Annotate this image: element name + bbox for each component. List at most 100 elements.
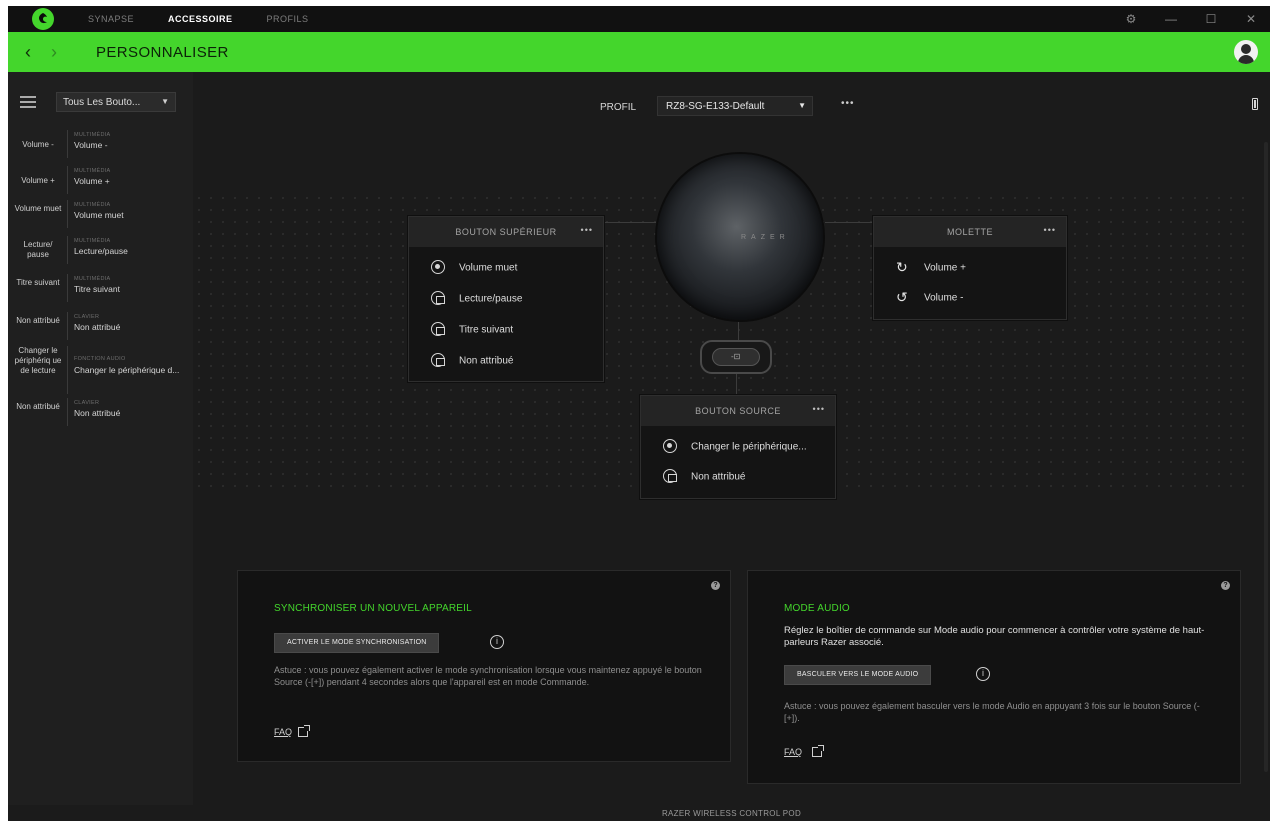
card-title: BOUTON SOURCE (695, 406, 781, 416)
action-label: Non attribué (691, 471, 746, 483)
user-avatar-icon[interactable] (1234, 40, 1258, 64)
forward-arrow-icon[interactable]: › (44, 42, 64, 63)
device-brand-label: RAZER (741, 234, 790, 241)
card-action-row[interactable]: ↺ Volume - (896, 289, 964, 305)
help-icon[interactable]: ? (711, 581, 720, 590)
mapping-category: MULTIMÉDIA (74, 168, 111, 174)
card-action-row[interactable]: ↻ Volume + (896, 259, 966, 275)
hamburger-menu-icon[interactable] (20, 96, 36, 108)
action-label: Changer le périphérique... (691, 441, 807, 453)
mapping-row[interactable]: Volume muet MULTIMÉDIA Volume muet (8, 200, 193, 228)
activate-sync-button[interactable]: ACTIVER LE MODE SYNCHRONISATION (274, 633, 440, 653)
mapping-category: MULTIMÉDIA (74, 132, 111, 138)
action-label: Lecture/pause (459, 293, 523, 305)
mapping-button-name: Titre suivant (16, 278, 60, 287)
profile-more-button[interactable]: ••• (841, 98, 855, 109)
tab-accessoire[interactable]: ACCESSOIRE (168, 14, 233, 24)
mapping-category: CLAVIER (74, 400, 100, 406)
sync-device-panel: ? SYNCHRONISER UN NOUVEL APPAREIL ACTIVE… (237, 570, 731, 762)
mapping-action: Volume - (74, 140, 108, 150)
switch-audio-mode-button[interactable]: BASCULER VERS LE MODE AUDIO (784, 665, 932, 685)
connector-line (736, 374, 737, 394)
external-link-icon[interactable] (812, 745, 824, 757)
maximize-icon[interactable]: ☐ (1204, 12, 1218, 26)
mapping-row[interactable]: Titre suivant MULTIMÉDIA Titre suivant (8, 274, 193, 302)
tab-synapse[interactable]: SYNAPSE (88, 14, 134, 24)
action-label: Non attribué (459, 355, 514, 367)
double-press-icon (663, 469, 677, 483)
filter-value: Tous Les Bouto... (63, 97, 141, 108)
card-action-row[interactable]: Volume muet (431, 260, 517, 275)
settings-gear-icon[interactable]: ⚙ (1124, 12, 1138, 26)
mapping-category: MULTIMÉDIA (74, 238, 111, 244)
mapping-action: Lecture/pause (74, 246, 128, 256)
mapping-row[interactable]: Changer le périphériq ue de lecture FONC… (8, 346, 193, 394)
card-action-row[interactable]: Changer le périphérique... (663, 439, 807, 454)
card-more-button[interactable]: ••• (813, 404, 825, 414)
razer-logo-icon[interactable] (32, 8, 54, 30)
source-button-graphic[interactable]: -⊡ (700, 340, 772, 374)
mapping-row[interactable]: Lecture/ pause MULTIMÉDIA Lecture/pause (8, 236, 193, 264)
device-footer: RAZER WIRELESS CONTROL POD (8, 805, 1270, 821)
minimize-icon[interactable]: — (1164, 12, 1178, 26)
profile-dropdown[interactable]: RZ8-SG-E133-Default ▼ (657, 96, 813, 116)
top-button-card[interactable]: BOUTON SUPÉRIEUR ••• Volume muet Lecture… (408, 216, 604, 382)
mapping-button-name: Non attribué (16, 316, 60, 325)
card-action-row[interactable]: Non attribué (663, 469, 746, 484)
rotate-counterclockwise-icon: ↺ (896, 289, 908, 305)
audio-tip: Astuce : vous pouvez également basculer … (784, 701, 1200, 723)
mapping-row[interactable]: Non attribué CLAVIER Non attribué (8, 312, 193, 340)
profile-label: PROFIL (600, 102, 637, 113)
external-link-icon[interactable] (298, 725, 310, 737)
scrollbar[interactable] (1264, 142, 1268, 772)
chevron-down-icon: ▼ (161, 97, 169, 106)
title-bar: SYNAPSE ACCESSOIRE PROFILS ⚙ — ☐ ✕ (8, 6, 1270, 32)
card-action-row[interactable]: Titre suivant (431, 322, 514, 337)
card-title: MOLETTE (946, 227, 993, 237)
triple-press-icon (431, 322, 445, 336)
help-icon[interactable]: ? (1221, 581, 1230, 590)
wheel-card[interactable]: MOLETTE ••• ↻ Volume + ↺ Volume - (873, 216, 1067, 320)
action-label: Titre suivant (459, 324, 514, 336)
mapping-row[interactable]: Volume - MULTIMÉDIA Volume - (8, 130, 193, 158)
device-name: RAZER WIRELESS CONTROL POD (661, 809, 802, 818)
mapping-category: MULTIMÉDIA (74, 276, 111, 282)
mapping-action: Volume + (74, 176, 110, 186)
info-icon[interactable]: i (490, 635, 504, 649)
mapping-category: CLAVIER (74, 314, 100, 320)
connector-line (738, 322, 739, 342)
card-more-button[interactable]: ••• (1044, 225, 1056, 235)
button-filter-dropdown[interactable]: Tous Les Bouto... ▼ (56, 92, 176, 112)
mapping-category: MULTIMÉDIA (74, 202, 111, 208)
card-action-row[interactable]: Lecture/pause (431, 291, 523, 306)
page-header: ‹ › PERSONNALISER (8, 32, 1270, 72)
connector-line (596, 222, 656, 223)
panel-title: MODE AUDIO (784, 603, 850, 614)
mapping-button-name: Lecture/ pause (23, 240, 53, 259)
action-label: Volume - (924, 292, 964, 304)
battery-icon (1252, 98, 1258, 110)
card-action-row[interactable]: Non attribué (431, 353, 514, 368)
source-button-card[interactable]: BOUTON SOURCE ••• Changer le périphériqu… (640, 395, 836, 499)
mapping-action: Volume muet (74, 210, 124, 220)
source-icon: -⊡ (731, 352, 741, 361)
back-arrow-icon[interactable]: ‹ (18, 42, 38, 63)
close-icon[interactable]: ✕ (1244, 12, 1258, 26)
mapping-row[interactable]: Non attribué CLAVIER Non attribué (8, 398, 193, 426)
card-more-button[interactable]: ••• (581, 225, 593, 235)
panel-title: SYNCHRONISER UN NOUVEL APPAREIL (274, 603, 472, 614)
mapping-action: Non attribué (74, 408, 121, 418)
faq-link[interactable]: FAQ (784, 747, 802, 757)
mapping-button-name: Changer le périphériq ue de lecture (14, 346, 62, 375)
sync-tip: Astuce : vous pouvez également activer l… (274, 665, 702, 687)
rotate-clockwise-icon: ↻ (896, 259, 908, 275)
button-press-icon (431, 260, 445, 274)
faq-link[interactable]: FAQ (274, 727, 292, 737)
mapping-row[interactable]: Volume + MULTIMÉDIA Volume + (8, 166, 193, 194)
mapping-button-name: Volume + (21, 176, 55, 185)
tab-profils[interactable]: PROFILS (267, 14, 309, 24)
info-icon[interactable]: i (976, 667, 990, 681)
hold-press-icon (431, 353, 445, 367)
mapping-category: FONCTION AUDIO (74, 356, 126, 362)
mapping-button-name: Volume - (22, 140, 54, 149)
